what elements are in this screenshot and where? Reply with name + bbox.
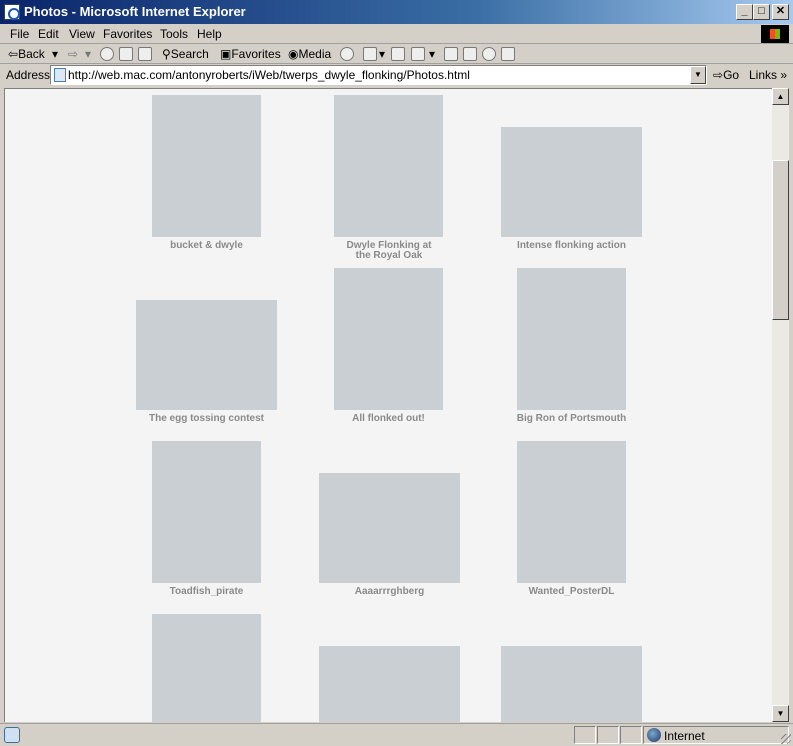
address-bar: Address http://web.mac.com/antonyroberts… [0,64,793,86]
title-bar: Photos - Microsoft Internet Explorer _ □… [0,0,793,24]
menu-tools[interactable]: Tools [160,27,188,41]
photo-thumbnail[interactable] [319,473,460,583]
resize-grip-icon[interactable] [781,734,791,744]
bluetooth-icon[interactable] [501,47,515,61]
photo-caption[interactable]: bucket & dwyle [135,241,278,251]
links-label: Links [749,68,778,82]
photo-thumbnail[interactable] [152,614,261,722]
photo-caption[interactable]: Wanted_PosterDL [496,587,647,597]
zone-label: Internet [664,729,705,743]
photo-caption[interactable]: Dwyle Flonking at the Royal Oak [344,241,434,261]
status-bar: Internet [0,723,793,746]
photo-caption[interactable]: All flonked out! [317,414,460,424]
menu-help[interactable]: Help [197,27,222,41]
photo-thumbnail[interactable] [501,646,642,722]
photo-caption[interactable]: Toadfish_pirate [135,587,278,597]
menu-edit[interactable]: Edit [38,27,59,41]
photo-thumbnail[interactable] [152,95,261,237]
page-viewport: bucket & dwyle Dwyle Flonking at the Roy… [4,88,772,722]
go-arrow-icon: ⇨ [713,68,724,82]
go-button[interactable]: ⇨Go [713,68,739,82]
scroll-up-icon[interactable]: ▲ [772,88,789,105]
media-button[interactable]: ◉Media [288,47,331,61]
forward-dropdown-icon[interactable]: ▾ [85,47,91,61]
address-input[interactable]: http://web.mac.com/antonyroberts/iWeb/tw… [50,65,707,85]
stop-icon[interactable] [100,47,114,61]
back-button[interactable]: ⇦Back [8,47,45,61]
search-label: Search [170,47,209,61]
photo-thumbnail[interactable] [517,268,626,410]
discuss-icon[interactable] [444,47,458,61]
photo-thumbnail[interactable] [334,95,443,237]
windows-logo-icon [761,25,789,43]
go-label: Go [723,68,740,82]
photo-thumbnail[interactable] [319,646,460,722]
print-icon[interactable] [391,47,405,61]
home-icon[interactable] [138,47,152,61]
photo-caption[interactable]: Intense flonking action [496,241,647,251]
page-icon [54,68,66,82]
ie-app-icon[interactable] [4,4,20,20]
photo-caption[interactable]: Big Ron of Portsmouth [496,414,647,424]
favorites-label: Favorites [231,47,281,61]
refresh-icon[interactable] [119,47,133,61]
vertical-scrollbar[interactable]: ▲ ▼ [772,88,789,722]
photo-caption[interactable]: The egg tossing contest [131,414,282,424]
address-label: Address [6,68,51,82]
window-title: Photos - Microsoft Internet Explorer [24,4,246,19]
history-icon[interactable] [340,47,354,61]
edit-dropdown-icon[interactable]: ▾ [429,47,435,61]
scrollbar-thumb[interactable] [772,160,789,320]
back-label: Back [18,47,45,61]
favorites-icon: ▣ [220,47,232,61]
links-button[interactable]: Links » [749,68,787,82]
back-dropdown-icon[interactable]: ▾ [52,47,58,61]
chevron-right-icon: » [777,68,788,82]
media-label: Media [298,47,332,61]
search-button[interactable]: ⚲Search [162,47,209,61]
edit-icon[interactable] [411,47,425,61]
globe-icon [647,728,661,742]
status-pane [620,726,642,744]
forward-button-icon[interactable]: ⇨ [68,47,78,61]
research-icon[interactable] [463,47,477,61]
favorites-button[interactable]: ▣Favorites [220,47,281,61]
standard-toolbar: ⇦Back ▾ ⇨ ▾ ⚲Search ▣Favorites ◉Media ▾ … [0,44,793,64]
maximize-button[interactable]: □ [753,4,770,20]
photo-thumbnail[interactable] [501,127,642,237]
search-icon: ⚲ [162,47,171,61]
media-icon: ◉ [288,47,299,61]
back-arrow-icon: ⇦ [8,47,19,61]
photo-thumbnail[interactable] [152,441,261,583]
address-dropdown-icon[interactable]: ▼ [690,66,706,84]
photo-thumbnail[interactable] [136,300,277,410]
security-zone: Internet [643,726,789,744]
photo-caption[interactable]: Aaaarrrghberg [314,587,465,597]
address-url[interactable]: http://web.mac.com/antonyroberts/iWeb/tw… [68,68,470,82]
photo-thumbnail[interactable] [334,268,443,410]
menu-file[interactable]: File [10,27,29,41]
menu-favorites[interactable]: Favorites [103,27,152,41]
mail-dropdown-icon[interactable]: ▾ [379,47,385,61]
scroll-down-icon[interactable]: ▼ [772,705,789,722]
close-button[interactable]: ✕ [772,4,789,20]
menu-bar: File Edit View Favorites Tools Help [0,24,793,44]
mail-icon[interactable] [363,47,377,61]
minimize-button[interactable]: _ [736,4,753,20]
status-pane [574,726,596,744]
status-pane [597,726,619,744]
page-status-icon [4,727,20,743]
photo-thumbnail[interactable] [517,441,626,583]
menu-view[interactable]: View [69,27,95,41]
messenger-icon[interactable] [482,47,496,61]
